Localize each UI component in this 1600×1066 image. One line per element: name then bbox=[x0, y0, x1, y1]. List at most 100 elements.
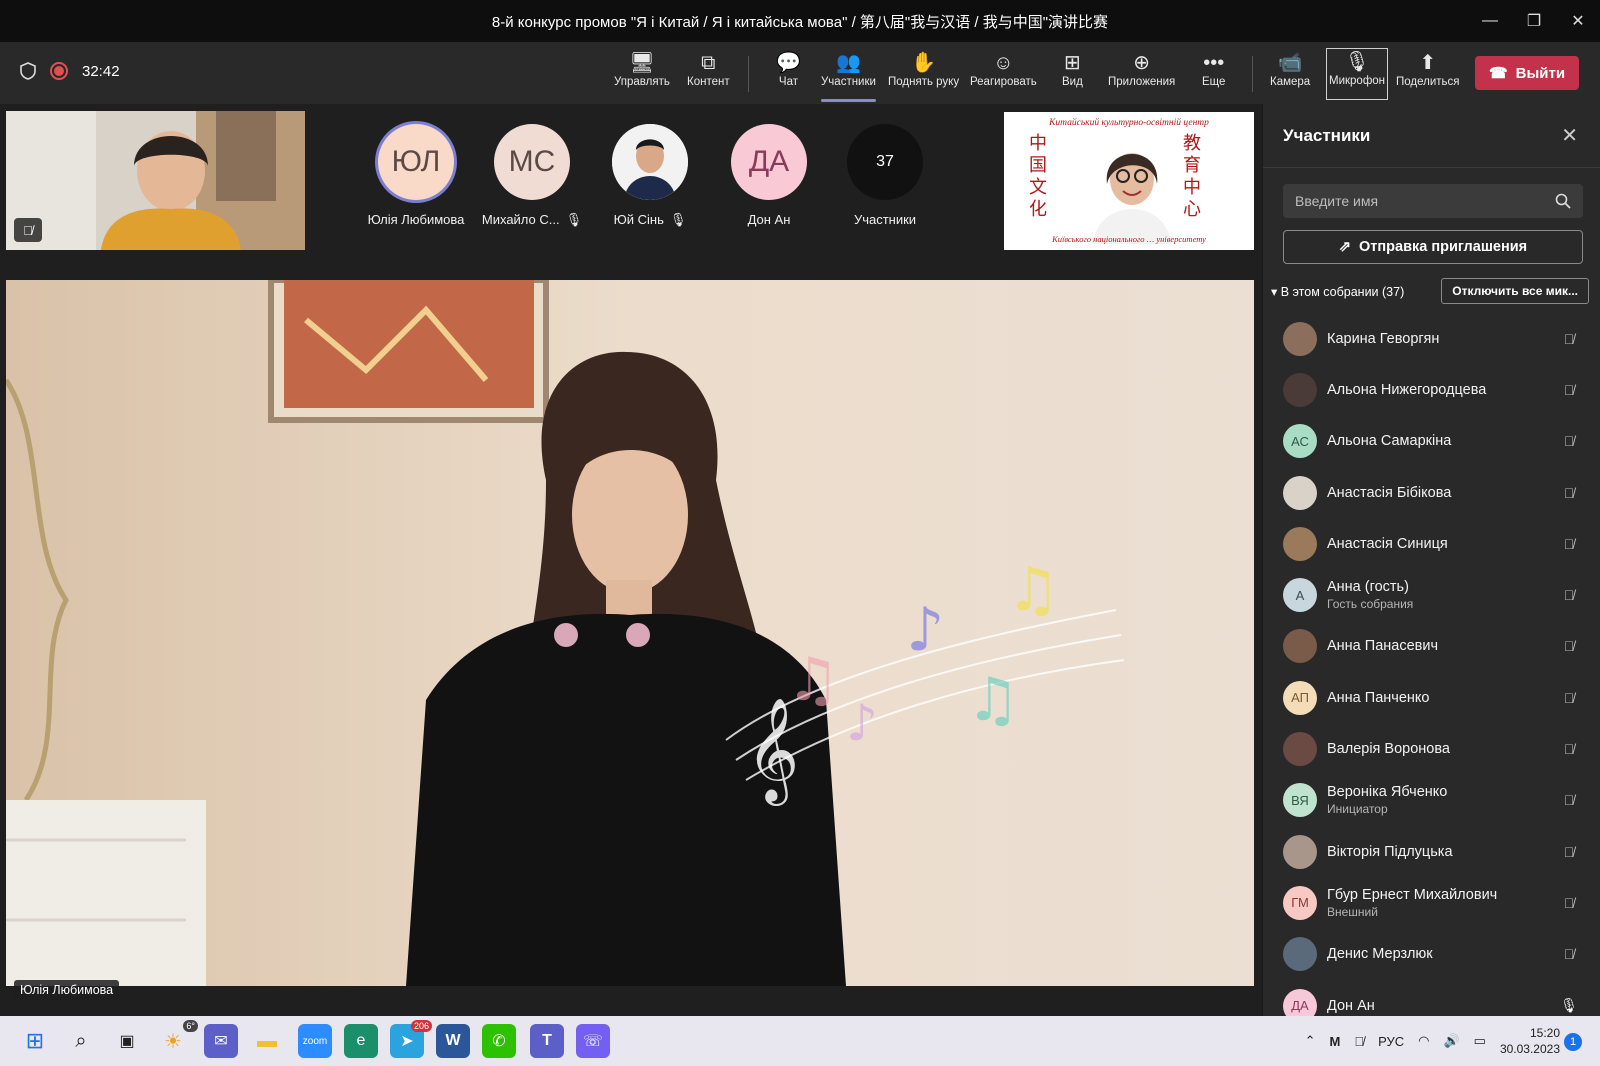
shield-icon[interactable] bbox=[20, 62, 36, 80]
manage-label: Управлять bbox=[614, 76, 670, 88]
banner-left-characters: 中国文化 bbox=[1029, 133, 1047, 220]
main-speaker-video[interactable]: 𝄞 ♪ ♫ ♫ ♫ ♪ bbox=[6, 280, 1254, 986]
view-label: Вид bbox=[1062, 76, 1083, 88]
avatar: ЮЛ bbox=[378, 124, 454, 200]
search-participants-input[interactable]: Введите имя bbox=[1283, 184, 1583, 218]
notification-badge[interactable]: 1 bbox=[1564, 1033, 1582, 1051]
file-explorer-icon[interactable]: ▬ bbox=[250, 1024, 284, 1058]
edge-icon[interactable]: e bbox=[344, 1024, 378, 1058]
participant-name: Вероніка Ябченко bbox=[1327, 784, 1448, 801]
participant-name: Юй Сінь 🎙 bbox=[613, 212, 687, 227]
close-window-button[interactable]: ✕ bbox=[1556, 0, 1600, 42]
self-video-tile[interactable]: 🎙̸ bbox=[6, 111, 305, 250]
teams-icon[interactable]: T bbox=[530, 1024, 564, 1058]
participant-name: Карина Геворгян bbox=[1327, 330, 1440, 347]
mic-off-icon: 🎙̸ bbox=[1563, 894, 1575, 911]
microphone-button[interactable]: 🎙 Микрофон bbox=[1326, 48, 1389, 100]
send-invite-button[interactable]: ⇗ Отправка приглашения bbox=[1283, 230, 1583, 264]
meeting-status: 32:42 bbox=[20, 62, 120, 80]
share-content-icon: ⧉ bbox=[701, 52, 716, 74]
mic-off-icon: 🎙̸ bbox=[1563, 689, 1575, 706]
participant-row[interactable]: Вікторія Підлуцька 🎙̸ bbox=[1263, 826, 1600, 877]
view-button[interactable]: ⊞ Вид bbox=[1062, 50, 1083, 98]
participant-row[interactable]: ВЯ Вероніка Ябченко Инициатор 🎙̸ bbox=[1263, 775, 1600, 826]
cultural-center-video-tile[interactable]: Китайський культурно-освітній центр 中国文化… bbox=[1004, 112, 1254, 250]
participant-row[interactable]: Денис Мерзлюк 🎙̸ bbox=[1263, 929, 1600, 980]
mic-off-icon[interactable]: 🎙̸ bbox=[1354, 1034, 1364, 1049]
participant-row[interactable]: Анастасія Синиця 🎙̸ bbox=[1263, 518, 1600, 569]
mic-off-icon: 🎙̸ bbox=[1563, 792, 1575, 809]
share-button[interactable]: ⬆ Поделиться bbox=[1396, 50, 1460, 98]
banner-footer: Київського національного … університету bbox=[1052, 234, 1206, 244]
teams-chat-icon[interactable]: ✉ bbox=[204, 1024, 238, 1058]
participants-overflow[interactable]: 37 Участники bbox=[830, 124, 940, 227]
participant-row[interactable]: ГМ Гбур Ернест Михайлович Внешний 🎙̸ bbox=[1263, 877, 1600, 928]
start-icon[interactable]: ⊞ bbox=[18, 1024, 52, 1058]
participant-row[interactable]: АП Анна Панченко 🎙̸ bbox=[1263, 672, 1600, 723]
avatar bbox=[1283, 629, 1317, 664]
participant-row[interactable]: Анна Панасевич 🎙̸ bbox=[1263, 621, 1600, 672]
monitor-icon: 🖥 bbox=[629, 52, 655, 74]
grid-icon: ⊞ bbox=[1064, 52, 1081, 74]
viber-icon[interactable]: ☏ bbox=[576, 1024, 610, 1058]
camera-icon: 📹 bbox=[1277, 52, 1303, 74]
camera-label: Камера bbox=[1270, 76, 1311, 88]
clock[interactable]: 15:20 30.03.2023 bbox=[1500, 1025, 1560, 1057]
minimize-button[interactable]: — bbox=[1468, 0, 1512, 42]
mic-off-icon: 🎙̸ bbox=[14, 218, 42, 242]
telegram-icon[interactable]: ➤ 206 bbox=[390, 1020, 432, 1058]
participant-row[interactable]: А Анна (гость) Гость собрания 🎙̸ bbox=[1263, 569, 1600, 620]
react-button[interactable]: ☺ Реагировать bbox=[970, 50, 1037, 98]
participants-button[interactable]: 👥 Участники bbox=[821, 50, 876, 102]
chevron-up-icon[interactable]: ⌃ bbox=[1305, 1033, 1316, 1049]
content-button[interactable]: ⧉ Контент bbox=[687, 50, 730, 98]
leave-button[interactable]: ☎ Выйти bbox=[1475, 56, 1579, 90]
mute-all-button[interactable]: Отключить все мик... bbox=[1441, 278, 1589, 304]
section-toggle[interactable]: ▾ В этом собрании (37) bbox=[1271, 284, 1404, 299]
banner-header: Китайський культурно-освітній центр bbox=[1049, 118, 1209, 128]
participant-row[interactable]: Валерія Воронова 🎙̸ bbox=[1263, 723, 1600, 774]
mic-off-icon: 🎙̸ bbox=[1563, 484, 1575, 501]
invite-label: Отправка приглашения bbox=[1359, 239, 1528, 255]
participant-tile[interactable]: МС Михайло С... 🎙 bbox=[477, 124, 587, 228]
participant-row[interactable]: Альона Нижегородцева 🎙̸ bbox=[1263, 364, 1600, 415]
participant-row[interactable]: Анастасія Бібікова 🎙̸ bbox=[1263, 467, 1600, 518]
chat-button[interactable]: 💬 Чат bbox=[776, 50, 801, 98]
close-icon[interactable]: ✕ bbox=[1561, 123, 1578, 148]
wechat-icon[interactable]: ✆ bbox=[482, 1024, 516, 1058]
window-controls: — ❐ ✕ bbox=[1468, 0, 1600, 42]
manage-button[interactable]: 🖥 Управлять bbox=[614, 50, 670, 98]
task-view-icon[interactable]: ▣ bbox=[110, 1024, 144, 1058]
restore-button[interactable]: ❐ bbox=[1512, 0, 1556, 42]
participant-tile[interactable]: ДА Дон Ан bbox=[714, 124, 824, 227]
participant-role: Инициатор bbox=[1327, 802, 1388, 817]
zoom-icon[interactable]: zoom bbox=[298, 1024, 332, 1058]
participant-row[interactable]: АС Альона Самаркіна 🎙̸ bbox=[1263, 416, 1600, 467]
apps-button[interactable]: ⊕ Приложения bbox=[1108, 50, 1175, 98]
participant-row[interactable]: ДА Дон Ан 🎙 bbox=[1263, 980, 1600, 1016]
battery-icon[interactable]: ▭ bbox=[1474, 1033, 1486, 1049]
avatar: МС bbox=[494, 124, 570, 200]
chat-icon: 💬 bbox=[776, 52, 801, 74]
weather-icon[interactable]: ☀ 6° bbox=[156, 1020, 198, 1058]
participant-row[interactable]: Карина Геворгян 🎙̸ bbox=[1263, 313, 1600, 364]
svg-text:♫: ♫ bbox=[1006, 555, 1060, 625]
section-label: В этом собрании (37) bbox=[1280, 284, 1405, 299]
chevron-down-icon: ▾ bbox=[1271, 284, 1281, 299]
self-video-image bbox=[6, 111, 305, 250]
participant-tile[interactable]: ЮЛ Юлія Любимова bbox=[361, 124, 471, 227]
more-button[interactable]: ••• Еще bbox=[1202, 50, 1225, 98]
word-icon[interactable]: W bbox=[436, 1024, 470, 1058]
participant-tile[interactable]: Юй Сінь 🎙 bbox=[595, 124, 705, 228]
phone-hangup-icon: ☎ bbox=[1488, 65, 1508, 82]
volume-icon[interactable]: 🔊 bbox=[1443, 1033, 1459, 1049]
raise-hand-button[interactable]: ✋ Поднять руку bbox=[888, 50, 959, 98]
gmail-icon[interactable]: M bbox=[1329, 1034, 1340, 1049]
avatar bbox=[1283, 732, 1317, 767]
svg-text:♪: ♪ bbox=[846, 694, 878, 752]
camera-button[interactable]: 📹 Камера bbox=[1270, 50, 1310, 98]
input-language[interactable]: РУС bbox=[1378, 1034, 1404, 1049]
search-icon[interactable]: ⌕ bbox=[64, 1024, 98, 1058]
wifi-icon[interactable]: ◠ bbox=[1418, 1033, 1429, 1049]
participant-name: Вікторія Підлуцька bbox=[1327, 843, 1453, 860]
